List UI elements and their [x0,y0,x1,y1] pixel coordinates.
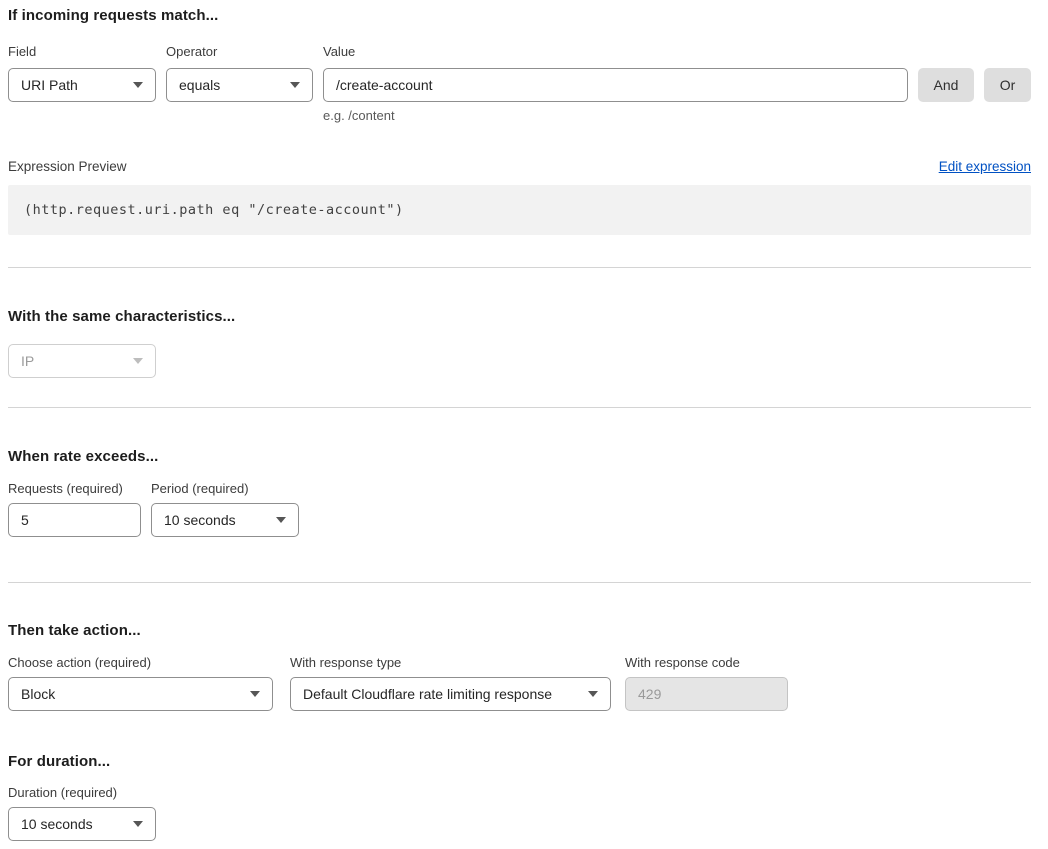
characteristic-select-value: IP [21,353,34,369]
chevron-down-icon [133,82,143,88]
chevron-down-icon [250,691,260,697]
chevron-down-icon [588,691,598,697]
requests-input[interactable] [8,503,141,537]
value-group: Value e.g. /content [323,44,908,123]
duration-select-value: 10 seconds [21,816,93,832]
value-input[interactable] [323,68,908,102]
chevron-down-icon [276,517,286,523]
requests-group: Requests (required) [8,481,141,537]
duration-select[interactable]: 10 seconds [8,807,156,841]
chevron-down-icon [133,358,143,364]
field-select-value: URI Path [21,77,78,93]
chevron-down-icon [290,82,300,88]
requests-label: Requests (required) [8,481,141,496]
chevron-down-icon [133,821,143,827]
value-helper-text: e.g. /content [323,108,908,123]
response-code-label: With response code [625,655,788,670]
action-section-heading: Then take action... [8,622,1031,639]
match-section-heading: If incoming requests match... [8,7,1031,24]
match-fields-row: Field URI Path Operator equals Value e.g… [8,44,1031,123]
section-divider [8,267,1031,268]
action-fields-row: Choose action (required) Block With resp… [8,655,1031,711]
rate-limiting-rule-form: If incoming requests match... Field URI … [0,0,1048,849]
response-code-input [625,677,788,711]
characteristics-section-heading: With the same characteristics... [8,308,1031,325]
rate-section-heading: When rate exceeds... [8,448,1031,465]
choose-action-select[interactable]: Block [8,677,273,711]
operator-group: Operator equals [166,44,313,102]
choose-action-label: Choose action (required) [8,655,273,670]
period-label: Period (required) [151,481,299,496]
expression-preview-row: Expression Preview Edit expression [8,159,1031,174]
value-label: Value [323,44,908,59]
field-select[interactable]: URI Path [8,68,156,102]
expression-preview-label: Expression Preview [8,159,127,174]
operator-select-value: equals [179,77,220,93]
choose-action-group: Choose action (required) Block [8,655,273,711]
section-divider [8,582,1031,583]
period-select-value: 10 seconds [164,512,236,528]
section-divider [8,407,1031,408]
edit-expression-link[interactable]: Edit expression [939,159,1031,174]
response-type-group: With response type Default Cloudflare ra… [290,655,611,711]
expression-preview-code: (http.request.uri.path eq "/create-accou… [8,185,1031,235]
or-button[interactable]: Or [984,68,1031,102]
choose-action-select-value: Block [21,686,55,702]
period-group: Period (required) 10 seconds [151,481,299,537]
rate-fields-row: Requests (required) Period (required) 10… [8,481,1031,537]
response-type-label: With response type [290,655,611,670]
period-select[interactable]: 10 seconds [151,503,299,537]
field-group: Field URI Path [8,44,156,102]
duration-section-heading: For duration... [8,753,1031,770]
response-type-select[interactable]: Default Cloudflare rate limiting respons… [290,677,611,711]
operator-select[interactable]: equals [166,68,313,102]
response-type-select-value: Default Cloudflare rate limiting respons… [303,686,552,702]
field-label: Field [8,44,156,59]
operator-label: Operator [166,44,313,59]
duration-label: Duration (required) [8,785,1031,800]
characteristic-select[interactable]: IP [8,344,156,378]
response-code-group: With response code [625,655,788,711]
and-button[interactable]: And [918,68,974,102]
